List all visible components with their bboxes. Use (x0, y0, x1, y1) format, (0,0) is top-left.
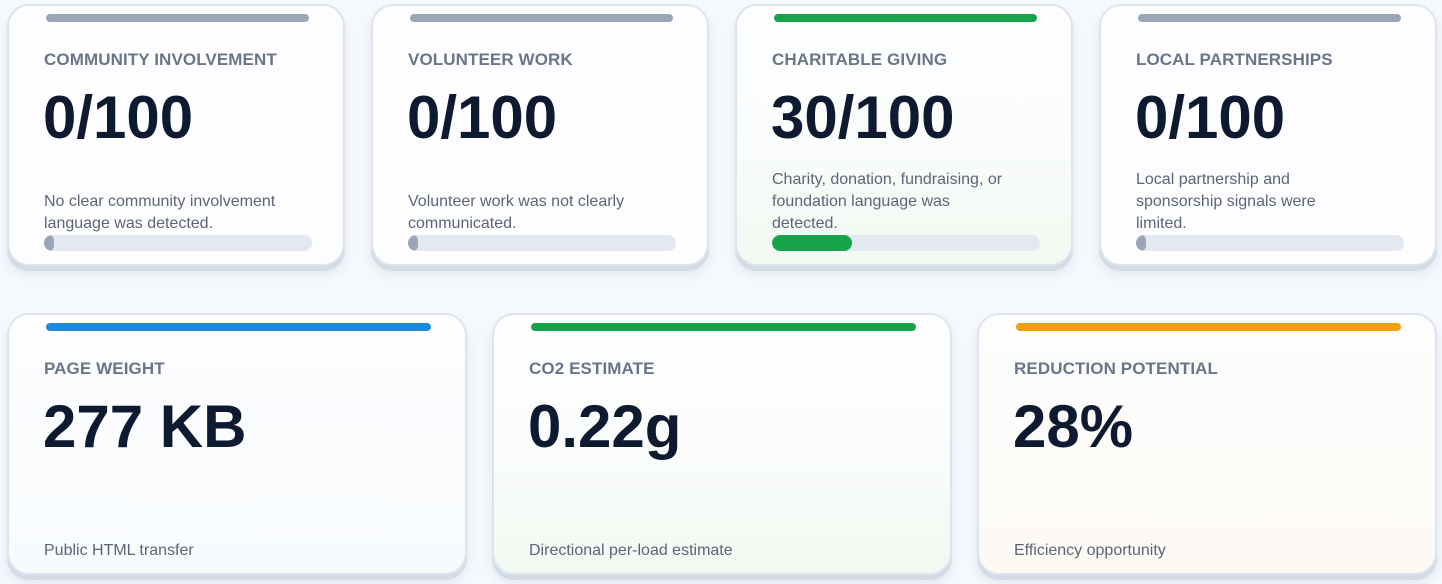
score-progress-fill (44, 235, 54, 251)
score-progress-bar (1136, 235, 1404, 251)
card-label: CO2 ESTIMATE (529, 359, 655, 378)
card-score: 0/100 (407, 84, 558, 151)
card-score: 30/100 (771, 84, 955, 151)
card-metric-value: 277 KB (43, 393, 247, 460)
card-accent-bar (46, 323, 431, 331)
card-accent-bar (410, 14, 673, 22)
local-partnerships-card: LOCAL PARTNERSHIPS 0/100 Local partnersh… (1099, 4, 1437, 266)
card-description: No clear community involvement language … (44, 193, 276, 232)
reduction-potential-card: REDUCTION POTENTIAL 28% Efficiency oppor… (977, 313, 1437, 575)
card-score: 0/100 (1135, 84, 1286, 151)
community-involvement-card: COMMUNITY INVOLVEMENT 0/100 No clear com… (7, 4, 345, 266)
card-label: COMMUNITY INVOLVEMENT (44, 50, 277, 69)
score-progress-bar (772, 235, 1040, 251)
card-metric-value: 28% (1013, 393, 1134, 460)
card-metric-value: 0.22g (528, 393, 682, 460)
card-label: REDUCTION POTENTIAL (1014, 359, 1219, 378)
card-accent-bar (1138, 14, 1401, 22)
charitable-giving-card: CHARITABLE GIVING 30/100 Charity, donati… (735, 4, 1073, 266)
volunteer-work-card: VOLUNTEER WORK 0/100 Volunteer work was … (371, 4, 709, 266)
card-label: CHARITABLE GIVING (772, 50, 948, 69)
card-description: Local partnership and sponsorship signal… (1136, 171, 1316, 232)
score-progress-fill (1136, 235, 1146, 251)
page-weight-card: PAGE WEIGHT 277 KB Public HTML transfer (7, 313, 467, 575)
card-description: Public HTML transfer (44, 542, 194, 559)
card-label: PAGE WEIGHT (44, 359, 165, 378)
card-description: Efficiency opportunity (1014, 542, 1166, 559)
card-score: 0/100 (43, 84, 194, 151)
card-accent-bar (774, 14, 1037, 22)
card-accent-bar (1016, 323, 1401, 331)
card-description: Charity, donation, fundraising, or found… (772, 171, 1003, 232)
score-progress-fill (772, 235, 853, 251)
card-accent-bar (531, 323, 916, 331)
card-description: Volunteer work was not clearly communica… (408, 193, 625, 232)
co2-estimate-card: CO2 ESTIMATE 0.22g Directional per-load … (492, 313, 952, 575)
score-progress-bar (408, 235, 676, 251)
card-accent-bar (46, 14, 309, 22)
score-progress-bar (44, 235, 312, 251)
score-progress-fill (408, 235, 418, 251)
card-description: Directional per-load estimate (529, 542, 733, 559)
card-label: VOLUNTEER WORK (408, 50, 573, 69)
card-label: LOCAL PARTNERSHIPS (1136, 50, 1333, 69)
